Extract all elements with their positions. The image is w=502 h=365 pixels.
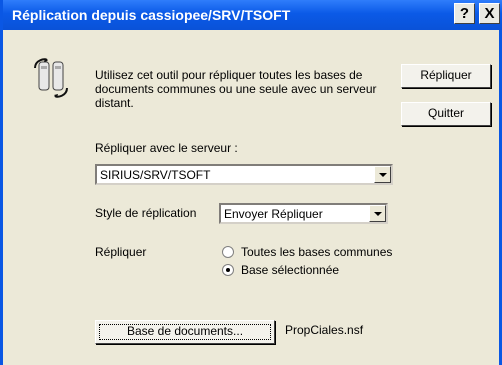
- style-label: Style de réplication: [95, 206, 197, 220]
- window-title: Réplication depuis cassiopee/SRV/TSOFT: [12, 7, 291, 23]
- server-value: SIRIUS/SRV/TSOFT: [100, 168, 211, 182]
- title-bar: Réplication depuis cassiopee/SRV/TSOFT ?…: [3, 0, 502, 30]
- close-button[interactable]: X: [479, 3, 500, 24]
- replicate-scope-label: Répliquer: [95, 245, 147, 259]
- help-button[interactable]: ?: [454, 3, 475, 24]
- description-text: Utilisez cet outil pour répliquer toutes…: [95, 68, 377, 110]
- quit-button[interactable]: Quitter: [401, 102, 491, 126]
- server-select[interactable]: SIRIUS/SRV/TSOFT: [95, 164, 393, 185]
- replication-icon: [34, 58, 68, 98]
- radio-selected-database-label[interactable]: Base sélectionnée: [241, 263, 339, 277]
- database-button[interactable]: Base de documents...: [95, 320, 275, 344]
- database-button-label: Base de documents...: [126, 324, 244, 338]
- style-value: Envoyer Répliquer: [224, 207, 323, 221]
- style-select[interactable]: Envoyer Répliquer: [219, 203, 388, 224]
- radio-all-databases[interactable]: [222, 246, 234, 258]
- chevron-down-icon[interactable]: [374, 166, 391, 183]
- replicate-button[interactable]: Répliquer: [401, 64, 491, 88]
- radio-selected-database[interactable]: [222, 264, 234, 276]
- server-label: Répliquer avec le serveur :: [95, 141, 238, 155]
- radio-all-databases-label[interactable]: Toutes les bases communes: [241, 245, 392, 259]
- chevron-down-icon[interactable]: [369, 205, 386, 222]
- replication-dialog: Réplication depuis cassiopee/SRV/TSOFT ?…: [0, 0, 502, 365]
- database-file-name: PropCiales.nsf: [285, 323, 364, 337]
